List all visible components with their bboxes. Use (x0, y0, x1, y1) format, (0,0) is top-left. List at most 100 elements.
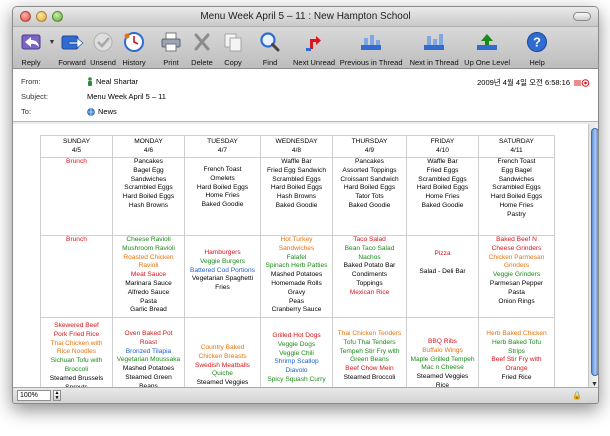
message-header: From: Neal Shartar Subject: Menu Week Ap… (13, 69, 598, 122)
svg-text:?: ? (533, 35, 541, 50)
menu-item: Meat Sauce (130, 271, 167, 279)
toolbar: Reply ▼ Forward Unsend History Print Del… (13, 27, 598, 69)
menu-item: Fried Rice (501, 373, 532, 381)
day-date: 4/9 (364, 146, 375, 154)
menu-item: Baked Goodie (421, 201, 464, 209)
previous-in-thread-button[interactable]: Previous in Thread (338, 30, 404, 67)
menu-item: Skewered Beef (54, 322, 99, 329)
menu-item: Gravy (287, 288, 306, 296)
forward-label: Forward (58, 58, 86, 67)
menu-item: Tempeh Stir Fry with (339, 347, 400, 355)
print-button[interactable]: Print (157, 30, 185, 67)
day-name: SATURDAY (499, 138, 534, 145)
reply-label: Reply (21, 58, 41, 67)
day-date: 4/5 (71, 146, 82, 154)
lock-icon[interactable]: 🔒 (572, 391, 582, 400)
copy-button[interactable]: Copy (219, 30, 247, 67)
zoom-stepper[interactable]: ▲ ▼ (53, 390, 61, 401)
menu-item: Veggie Chili (279, 349, 314, 357)
menu-item: Thai Chicken with (50, 339, 103, 347)
magnifier-icon (256, 30, 284, 54)
menu-item: Maple Grilled Tempeh (410, 355, 475, 363)
day-name: WEDNESDAY (275, 138, 318, 145)
up-one-level-label: Up One Level (464, 58, 511, 67)
message-body[interactable]: SUNDAY 4/5 MONDAY 4/6 TUESDAY 4/7 WEDNESDAY 4/8… (13, 124, 598, 389)
menu-item: Buffalo Wings (422, 346, 463, 354)
day-header-friday: FRIDAY 4/10 (406, 135, 479, 158)
menu-cell: Skewered Beef Pork Fried Rice Thai Chicken… (40, 317, 113, 389)
menu-item: Veggie Grinders (492, 271, 541, 279)
menu-item: Omelets (210, 174, 235, 182)
menu-item: Waffle Bar (427, 158, 458, 166)
day-header-thursday: THURSDAY 4/9 (332, 135, 407, 158)
title-bar[interactable]: Menu Week April 5 – 11 : New Hampton Sch… (13, 7, 598, 27)
next-in-thread-button[interactable]: Next in Thread (407, 30, 461, 67)
menu-item: Assorted Toppings (342, 166, 397, 174)
menu-item: Scrambled Eggs (272, 175, 321, 183)
weekly-menu-table: SUNDAY 4/5 MONDAY 4/6 TUESDAY 4/7 WEDNESDAY 4/8… (40, 135, 555, 389)
menu-item: Broccoli (64, 365, 89, 373)
menu-item: Hash Browns (276, 193, 317, 201)
menu-cell: Thai Chicken Tenders Tofu Thai Tenders Tem… (332, 317, 407, 389)
day-name: MONDAY (134, 138, 163, 145)
priority-flag-icon[interactable] (574, 78, 590, 87)
menu-item: Nachos (358, 253, 381, 261)
menu-item: Hard Boiled Eggs (122, 193, 175, 201)
history-icon (120, 30, 148, 54)
menu-item: Tofu Thai Tenders (343, 338, 396, 346)
unsend-button[interactable]: Unsend (89, 30, 117, 67)
menu-item: Scrambled Eggs (492, 184, 541, 192)
menu-cell: Grilled Hot Dogs Veggie Dogs Veggie Chili S… (260, 317, 333, 389)
next-unread-label: Next Unread (293, 58, 336, 67)
reply-button[interactable]: Reply (17, 30, 45, 67)
up-one-level-button[interactable]: Up One Level (464, 30, 510, 67)
menu-item: Country Baked (200, 344, 245, 351)
dinner-row: Skewered Beef Pork Fried Rice Thai Chicken… (40, 317, 555, 389)
menu-item: Waffle Bar (281, 158, 312, 166)
menu-item: Steamed Brussels (49, 374, 104, 382)
reply-menu-chevron-down-icon[interactable]: ▼ (48, 30, 56, 54)
to-label: To: (21, 107, 32, 116)
next-unread-arrow-icon (300, 30, 328, 54)
menu-item: Steamed Green (125, 373, 172, 381)
menu-cell: Brunch (40, 235, 113, 318)
day-header-monday: MONDAY 4/6 (112, 135, 185, 158)
history-button[interactable]: History (120, 30, 148, 67)
menu-item: Marinara Sauce (125, 279, 172, 287)
status-bar: 100% ▲ ▼ 🔒 (13, 387, 598, 403)
menu-cell: Pizza Salad - Deli Bar (406, 235, 479, 318)
forward-button[interactable]: Forward (58, 30, 86, 67)
help-icon: ? (523, 30, 551, 54)
vertical-scrollbar[interactable]: ▼ (588, 124, 598, 389)
to-value[interactable]: News (87, 107, 117, 116)
menu-cell: BBQ Ribs Buffalo Wings Maple Grilled Tempe… (406, 317, 479, 389)
from-label: From: (21, 77, 41, 86)
zoom-field[interactable]: 100% (17, 390, 51, 401)
menu-item: Baked Goodie (201, 201, 244, 209)
menu-item: Grinders (503, 262, 530, 270)
menu-cell: Hot Turkey Sandwiches Falafel Spinach Herb … (260, 235, 333, 318)
from-value[interactable]: Neal Shartar (87, 77, 138, 86)
menu-item: Mashed Potatoes (122, 365, 175, 373)
menu-item: Green Beans (350, 356, 389, 364)
delete-button[interactable]: Delete (188, 30, 216, 67)
find-button[interactable]: Find (256, 30, 284, 67)
menu-item: Ravioli (138, 262, 159, 270)
day-date: 4/6 (143, 146, 154, 154)
menu-item: Hot Turkey (280, 236, 313, 244)
subject-value: Menu Week April 5 – 11 (87, 92, 166, 101)
menu-item: Scrambled Eggs (124, 184, 173, 192)
day-header-saturday: SATURDAY 4/11 (478, 135, 555, 158)
menu-item: Baked Beef N (496, 236, 537, 244)
toolbar-toggle-button[interactable] (573, 12, 591, 21)
scrollbar-thumb[interactable] (591, 128, 598, 376)
help-button[interactable]: ? Help (523, 30, 551, 67)
printer-icon (157, 30, 185, 54)
menu-item: Hard Boiled Eggs (196, 183, 249, 191)
day-name: FRIDAY (430, 138, 455, 145)
globe-icon (87, 107, 95, 116)
menu-item: Quiche (212, 370, 233, 378)
next-unread-button[interactable]: Next Unread (293, 30, 335, 67)
date-text: 2009년 4월 4일 오전 6:58:16 (477, 78, 570, 87)
menu-item: Hash Browns (128, 201, 169, 209)
